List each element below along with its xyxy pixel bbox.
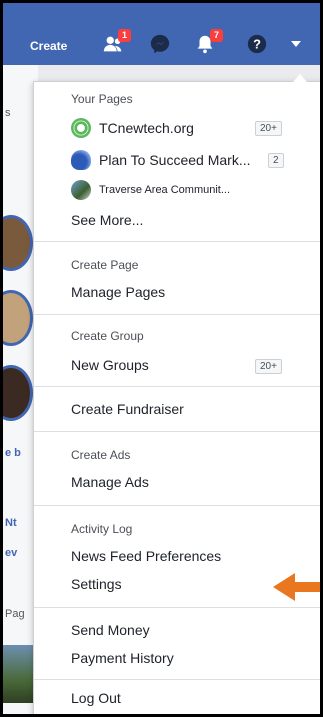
friends-icon[interactable]: 1 bbox=[102, 29, 131, 55]
log-out-link[interactable]: Log Out bbox=[71, 690, 121, 706]
strip-text: s bbox=[5, 107, 11, 119]
send-money-link[interactable]: Send Money bbox=[71, 622, 150, 638]
messenger-icon[interactable] bbox=[149, 33, 171, 55]
annotation-arrow-icon bbox=[273, 573, 320, 601]
menu-pointer-arrow bbox=[293, 74, 307, 82]
manage-ads-link[interactable]: Manage Ads bbox=[71, 474, 149, 490]
page-item-traverse-area[interactable]: Traverse Area Communit... bbox=[71, 180, 230, 200]
page-name: Traverse Area Communit... bbox=[99, 184, 231, 196]
create-page-link[interactable]: Create Page bbox=[71, 258, 138, 272]
top-navigation-bar: Create 1 7 ? bbox=[3, 3, 320, 65]
avatar[interactable] bbox=[3, 365, 33, 421]
page-logo-icon bbox=[71, 150, 91, 170]
payment-history-link[interactable]: Payment History bbox=[71, 650, 174, 666]
strip-text: ev bbox=[5, 547, 18, 559]
ads-section: Create Ads Manage Ads bbox=[34, 432, 320, 506]
fundraiser-section: Create Fundraiser bbox=[34, 387, 320, 432]
your-pages-section: Your Pages TCnewtech.org 20+ Plan To Suc… bbox=[34, 82, 320, 242]
page-item-tcnewtech[interactable]: TCnewtech.org bbox=[71, 118, 194, 138]
page-name: TCnewtech.org bbox=[99, 120, 194, 136]
logout-section: Log Out bbox=[34, 680, 320, 714]
activity-log-link[interactable]: Activity Log bbox=[71, 522, 132, 536]
settings-link[interactable]: Settings bbox=[71, 576, 122, 592]
avatar[interactable] bbox=[3, 215, 33, 271]
page-item-plan-to-succeed[interactable]: Plan To Succeed Mark... bbox=[71, 150, 250, 170]
your-pages-header: Your Pages bbox=[71, 92, 133, 106]
notifications-badge: 7 bbox=[210, 29, 223, 42]
strip-text: Nt bbox=[5, 517, 17, 529]
create-group-link[interactable]: Create Group bbox=[71, 329, 144, 343]
groups-section: Create Group New Groups 20+ bbox=[34, 315, 320, 387]
news-feed-preferences-link[interactable]: News Feed Preferences bbox=[71, 548, 221, 564]
strip-text: e b bbox=[5, 447, 21, 459]
strip-text: Pag bbox=[5, 608, 25, 620]
pages-actions-section: Create Page Manage Pages bbox=[34, 242, 320, 315]
page-logo-icon bbox=[71, 118, 91, 138]
feed-image[interactable] bbox=[3, 645, 33, 703]
svg-text:?: ? bbox=[253, 37, 261, 52]
page-count-badge: 2 bbox=[268, 153, 284, 168]
page-count-badge: 20+ bbox=[255, 121, 282, 136]
notifications-icon[interactable]: 7 bbox=[194, 29, 223, 55]
friend-requests-badge: 1 bbox=[118, 29, 131, 42]
avatar[interactable] bbox=[3, 290, 33, 346]
page-name: Plan To Succeed Mark... bbox=[99, 152, 251, 168]
create-button[interactable]: Create bbox=[30, 39, 67, 53]
account-dropdown-menu: Your Pages TCnewtech.org 20+ Plan To Suc… bbox=[33, 81, 320, 714]
caret-down-icon[interactable] bbox=[291, 41, 301, 47]
see-more-link[interactable]: See More... bbox=[71, 212, 143, 228]
payments-section: Send Money Payment History bbox=[34, 608, 320, 680]
manage-pages-link[interactable]: Manage Pages bbox=[71, 284, 165, 300]
page-logo-icon bbox=[71, 180, 91, 200]
screenshot-frame: Create 1 7 ? s e b Nt ev Pag Your Pages … bbox=[0, 0, 323, 717]
new-groups-link[interactable]: New Groups bbox=[71, 357, 149, 373]
new-groups-count-badge: 20+ bbox=[255, 359, 282, 374]
create-ads-link[interactable]: Create Ads bbox=[71, 448, 130, 462]
help-icon[interactable]: ? bbox=[246, 33, 268, 55]
create-fundraiser-link[interactable]: Create Fundraiser bbox=[71, 401, 184, 417]
